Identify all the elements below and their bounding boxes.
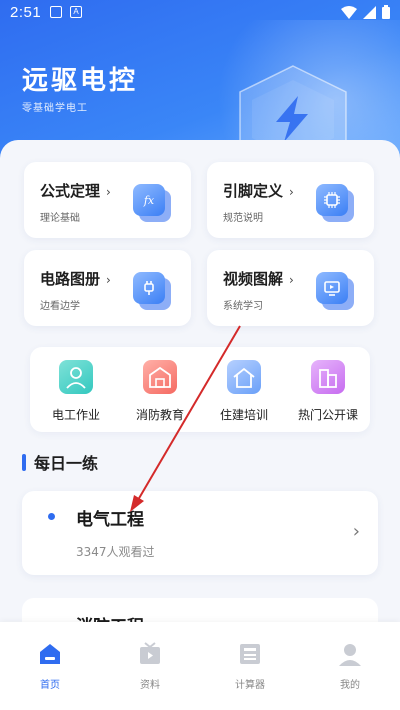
card-circuit-diagrams[interactable]: 电路图册 › 边看边学	[24, 250, 191, 326]
card-subtitle: 边看边学	[40, 301, 80, 312]
house-icon	[227, 360, 261, 394]
card-subtitle: 规范说明	[223, 213, 263, 224]
nav-profile[interactable]: 我的	[320, 642, 380, 691]
card-video-tutorials[interactable]: 视频图解 › 系统学习	[207, 250, 374, 326]
practice-title: 电气工程	[76, 510, 144, 530]
app-title: 远驱电控	[22, 66, 139, 96]
quick-links-panel: 电工作业 消防教育 住建培训 热门公开课	[30, 347, 370, 432]
nav-materials[interactable]: 资料	[120, 642, 180, 691]
battery-icon	[382, 5, 390, 19]
building-icon	[311, 360, 345, 394]
wifi-icon	[341, 5, 357, 19]
nav-label: 我的	[340, 680, 360, 691]
chip-icon	[316, 184, 354, 222]
nav-home[interactable]: 首页	[20, 642, 80, 691]
card-title: 引脚定义	[223, 182, 284, 200]
bullet-dot	[48, 513, 55, 520]
home-icon	[38, 642, 62, 666]
card-pin-definitions[interactable]: 引脚定义 › 规范说明	[207, 162, 374, 238]
quick-link-label: 热门公开课	[297, 408, 358, 422]
practice-item-electrical[interactable]: 电气工程 3347人观看过 ›	[22, 491, 378, 575]
quick-link-open-courses[interactable]: 热门公开课	[290, 360, 366, 423]
monitor-icon	[316, 272, 354, 310]
profile-icon	[338, 642, 362, 666]
section-accent-bar	[22, 453, 26, 471]
card-title: 公式定理	[40, 182, 101, 200]
nav-label: 资料	[140, 680, 160, 691]
card-title: 电路图册	[40, 270, 101, 288]
nav-label: 计算器	[235, 680, 265, 691]
status-bar: 2:51 A	[0, 0, 400, 26]
card-subtitle: 系统学习	[223, 301, 263, 312]
fx-icon: fx	[133, 184, 171, 222]
status-time: 2:51	[10, 4, 42, 21]
a-notification-icon: A	[70, 6, 82, 18]
nav-label: 首页	[40, 680, 60, 691]
video-folder-icon	[138, 642, 162, 666]
card-formulas[interactable]: 公式定理 › 理论基础 fx	[24, 162, 191, 238]
practice-view-count: 3347人观看过	[76, 545, 155, 559]
notification-icons: A	[50, 6, 82, 18]
chevron-right-icon: ›	[106, 273, 111, 287]
plug-icon	[133, 272, 171, 310]
card-subtitle: 理论基础	[40, 213, 80, 224]
image-notification-icon	[50, 6, 62, 18]
worker-icon	[59, 360, 93, 394]
chevron-right-icon: ›	[289, 273, 294, 287]
quick-link-label: 住建培训	[219, 408, 268, 422]
chevron-right-icon: ›	[352, 521, 360, 542]
app-subtitle: 零基础学电工	[22, 103, 88, 114]
status-right-icons	[341, 5, 390, 19]
quick-link-label: 电工作业	[51, 408, 100, 422]
quick-link-housing-training[interactable]: 住建培训	[206, 360, 282, 423]
chevron-right-icon: ›	[289, 185, 294, 199]
bottom-nav: 首页 资料 计算器 我的	[0, 622, 400, 710]
signal-icon	[363, 5, 376, 19]
section-header: 每日一练	[22, 450, 98, 474]
card-title: 视频图解	[223, 270, 284, 288]
chevron-right-icon: ›	[106, 185, 111, 199]
section-title: 每日一练	[34, 454, 99, 473]
quick-link-fire-safety[interactable]: 消防教育	[122, 360, 198, 423]
calculator-icon	[238, 642, 262, 666]
fire-station-icon	[143, 360, 177, 394]
nav-calculator[interactable]: 计算器	[220, 642, 280, 691]
quick-link-label: 消防教育	[135, 408, 184, 422]
quick-link-electrician[interactable]: 电工作业	[38, 360, 114, 423]
